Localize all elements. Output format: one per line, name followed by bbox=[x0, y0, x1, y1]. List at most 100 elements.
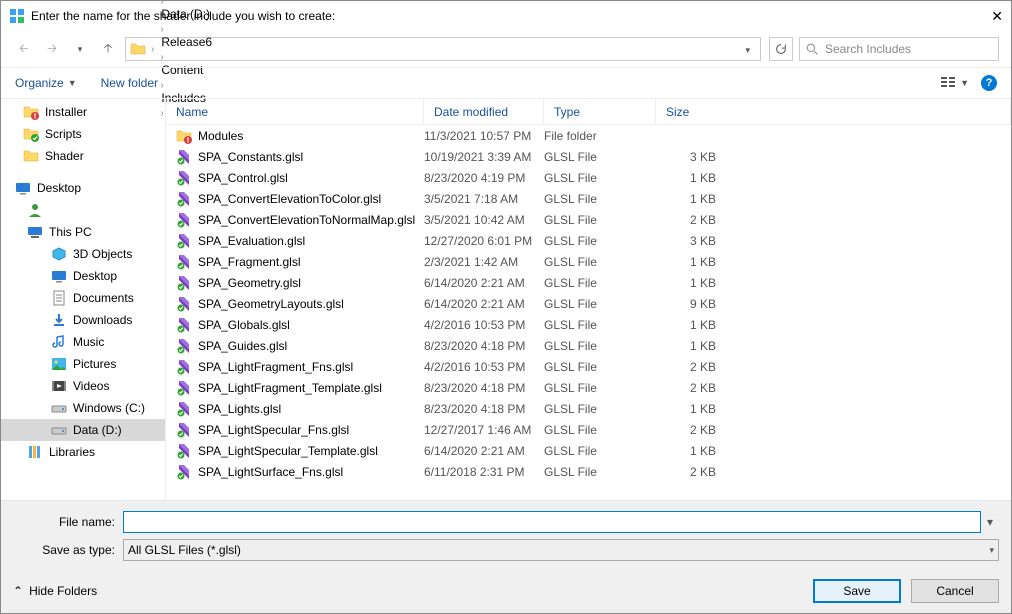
sidebar-item[interactable]: Music bbox=[1, 331, 165, 353]
folder-icon bbox=[130, 41, 146, 57]
file-row[interactable]: SPA_LightSurface_Fns.glsl6/11/2018 2:31 … bbox=[166, 461, 1011, 482]
file-name: SPA_GeometryLayouts.glsl bbox=[198, 297, 344, 311]
file-row[interactable]: SPA_ConvertElevationToNormalMap.glsl3/5/… bbox=[166, 209, 1011, 230]
sidebar-user[interactable] bbox=[1, 199, 165, 221]
cancel-button[interactable]: Cancel bbox=[911, 579, 999, 603]
search-input[interactable]: Search Includes bbox=[799, 37, 999, 61]
view-icon bbox=[940, 75, 956, 91]
app-icon bbox=[9, 8, 25, 24]
file-name: SPA_Lights.glsl bbox=[198, 402, 281, 416]
file-size: 1 KB bbox=[656, 339, 736, 353]
file-date: 6/11/2018 2:31 PM bbox=[424, 465, 544, 479]
file-name: SPA_Evaluation.glsl bbox=[198, 234, 305, 248]
file-name: SPA_ConvertElevationToColor.glsl bbox=[198, 192, 381, 206]
file-type: GLSL File bbox=[544, 402, 656, 416]
sidebar-desktop[interactable]: Desktop bbox=[1, 177, 165, 199]
saveas-combo[interactable]: All GLSL Files (*.glsl) ▾ bbox=[123, 539, 999, 561]
sidebar-item[interactable]: Installer bbox=[1, 101, 165, 123]
file-date: 6/14/2020 2:21 AM bbox=[424, 276, 544, 290]
up-button[interactable]: 🡡 bbox=[97, 38, 119, 60]
file-type: GLSL File bbox=[544, 213, 656, 227]
file-size: 1 KB bbox=[656, 402, 736, 416]
column-type[interactable]: Type bbox=[544, 99, 656, 124]
sidebar-libraries[interactable]: Libraries bbox=[1, 441, 165, 463]
folder-warn-icon bbox=[23, 104, 39, 120]
chevron-up-icon: ⌃ bbox=[13, 584, 23, 598]
file-row[interactable]: SPA_ConvertElevationToColor.glsl3/5/2021… bbox=[166, 188, 1011, 209]
organize-menu[interactable]: Organize ▼ bbox=[15, 76, 77, 90]
sidebar-item[interactable]: Data (D:) bbox=[1, 419, 165, 441]
column-name[interactable]: Name bbox=[166, 99, 424, 124]
file-list[interactable]: Modules11/3/2021 10:57 PMFile folderSPA_… bbox=[166, 125, 1011, 500]
file-row[interactable]: SPA_Geometry.glsl6/14/2020 2:21 AMGLSL F… bbox=[166, 272, 1011, 293]
address-bar[interactable]: › This PC›Data (D:)›Release6›Content›Inc… bbox=[125, 37, 761, 61]
file-name: SPA_LightSpecular_Template.glsl bbox=[198, 444, 378, 458]
file-row[interactable]: SPA_Globals.glsl4/2/2016 10:53 PMGLSL Fi… bbox=[166, 314, 1011, 335]
filename-input[interactable] bbox=[123, 511, 981, 533]
file-type: GLSL File bbox=[544, 234, 656, 248]
file-row[interactable]: SPA_Lights.glsl 8/23/2020 4:18 PMGLSL Fil… bbox=[166, 398, 1011, 419]
back-button[interactable]: 🡠 bbox=[13, 38, 35, 60]
save-button[interactable]: Save bbox=[813, 579, 901, 603]
sidebar-item[interactable]: Scripts bbox=[1, 123, 165, 145]
sidebar-item[interactable]: Documents bbox=[1, 287, 165, 309]
file-row[interactable]: SPA_LightSpecular_Template.glsl6/14/2020… bbox=[166, 440, 1011, 461]
glsl-icon bbox=[176, 401, 192, 417]
file-row[interactable]: SPA_LightFragment_Fns.glsl4/2/2016 10:53… bbox=[166, 356, 1011, 377]
column-size[interactable]: Size bbox=[656, 99, 1011, 124]
sidebar-item[interactable]: Windows (C:) bbox=[1, 397, 165, 419]
sidebar-item[interactable]: Desktop bbox=[1, 265, 165, 287]
file-name: SPA_Geometry.glsl bbox=[198, 276, 301, 290]
sidebar-this-pc[interactable]: This PC bbox=[1, 221, 165, 243]
file-row[interactable]: Modules11/3/2021 10:57 PMFile folder bbox=[166, 125, 1011, 146]
sidebar-item[interactable]: Videos bbox=[1, 375, 165, 397]
file-date: 12/27/2020 6:01 PM bbox=[424, 234, 544, 248]
filename-dropdown[interactable]: ▾ bbox=[981, 515, 999, 529]
file-name: SPA_Globals.glsl bbox=[198, 318, 290, 332]
sidebar-item[interactable]: Pictures bbox=[1, 353, 165, 375]
help-button[interactable]: ? bbox=[981, 75, 997, 91]
file-date: 2/3/2021 1:42 AM bbox=[424, 255, 544, 269]
sidebar[interactable]: InstallerScriptsShader Desktop This PC 3… bbox=[1, 99, 166, 500]
file-name: SPA_LightFragment_Template.glsl bbox=[198, 381, 382, 395]
view-menu[interactable]: ▼ bbox=[940, 75, 969, 91]
glsl-icon bbox=[176, 233, 192, 249]
breadcrumb-item[interactable]: Release6 bbox=[159, 35, 214, 49]
file-row[interactable]: SPA_Fragment.glsl2/3/2021 1:42 AMGLSL Fi… bbox=[166, 251, 1011, 272]
close-button[interactable]: ✕ bbox=[963, 8, 1003, 25]
file-type: GLSL File bbox=[544, 171, 656, 185]
file-date: 10/19/2021 3:39 AM bbox=[424, 150, 544, 164]
sidebar-item[interactable]: 3D Objects bbox=[1, 243, 165, 265]
file-row[interactable]: SPA_LightFragment_Template.glsl8/23/2020… bbox=[166, 377, 1011, 398]
file-size: 1 KB bbox=[656, 318, 736, 332]
sidebar-item[interactable]: Downloads bbox=[1, 309, 165, 331]
breadcrumb-item[interactable]: Data (D:) bbox=[159, 7, 214, 21]
glsl-icon bbox=[176, 422, 192, 438]
file-date: 8/23/2020 4:18 PM bbox=[424, 402, 544, 416]
file-name: Modules bbox=[198, 129, 243, 143]
search-icon bbox=[806, 43, 819, 56]
file-type: GLSL File bbox=[544, 339, 656, 353]
file-row[interactable]: SPA_Constants.glsl10/19/2021 3:39 AMGLSL… bbox=[166, 146, 1011, 167]
chevron-right-icon: › bbox=[160, 52, 163, 63]
recent-dropdown[interactable]: ▾ bbox=[69, 38, 91, 60]
chevron-down-icon: ▼ bbox=[68, 78, 77, 88]
file-row[interactable]: SPA_Evaluation.glsl 12/27/2020 6:01 PMGLS… bbox=[166, 230, 1011, 251]
glsl-icon bbox=[176, 380, 192, 396]
libraries-icon bbox=[27, 444, 43, 460]
address-dropdown[interactable]: ▾ bbox=[739, 42, 756, 56]
hide-folders-button[interactable]: ⌃ Hide Folders bbox=[13, 584, 97, 598]
file-row[interactable]: SPA_GeometryLayouts.glsl6/14/2020 2:21 A… bbox=[166, 293, 1011, 314]
sidebar-item[interactable]: Shader bbox=[1, 145, 165, 167]
file-size: 1 KB bbox=[656, 276, 736, 290]
file-name: SPA_LightSpecular_Fns.glsl bbox=[198, 423, 349, 437]
new-folder-button[interactable]: New folder bbox=[101, 76, 158, 90]
refresh-button[interactable] bbox=[769, 37, 793, 61]
file-row[interactable]: SPA_Control.glsl8/23/2020 4:19 PMGLSL Fi… bbox=[166, 167, 1011, 188]
column-date[interactable]: Date modified bbox=[424, 99, 544, 124]
forward-button[interactable]: 🡢 bbox=[41, 38, 63, 60]
file-row[interactable]: SPA_LightSpecular_Fns.glsl12/27/2017 1:4… bbox=[166, 419, 1011, 440]
file-row[interactable]: SPA_Guides.glsl8/23/2020 4:18 PMGLSL Fil… bbox=[166, 335, 1011, 356]
chevron-right-icon: › bbox=[160, 0, 163, 7]
glsl-icon bbox=[176, 191, 192, 207]
